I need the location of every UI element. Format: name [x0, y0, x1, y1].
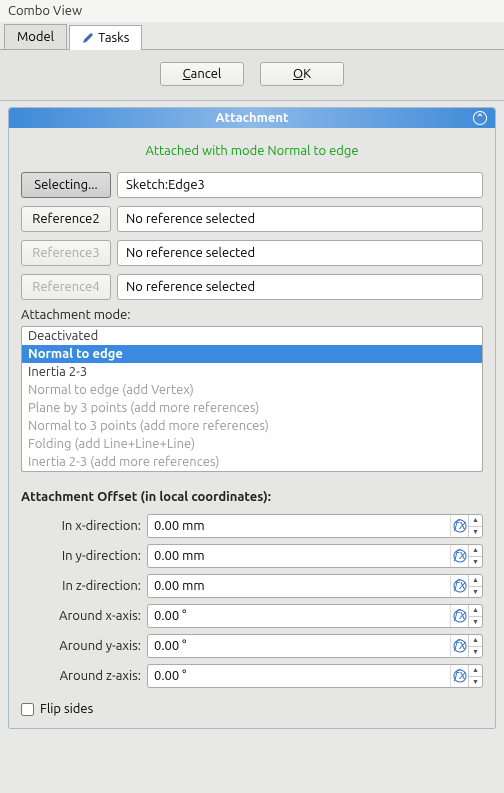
expression-icon[interactable]: fx	[450, 605, 468, 627]
offset-input[interactable]	[148, 515, 450, 537]
expression-icon[interactable]: fx	[450, 515, 468, 537]
attachment-status: Attached with mode Normal to edge	[21, 144, 483, 158]
reference-field-2[interactable]: No reference selected	[117, 206, 483, 232]
reference-row: Reference4No reference selected	[21, 274, 483, 300]
reference-rows: Selecting...Sketch:Edge3Reference2No ref…	[21, 172, 483, 300]
reference-row: Reference3No reference selected	[21, 240, 483, 266]
flip-sides-checkbox[interactable]	[21, 703, 34, 716]
mode-item[interactable]: Inertia 2-3	[22, 363, 482, 381]
reference-field-4[interactable]: No reference selected	[117, 274, 483, 300]
offset-row: In y-direction: fx▲▼	[21, 544, 483, 568]
tab-model[interactable]: Model	[4, 24, 67, 49]
flip-sides-row: Flip sides	[21, 702, 483, 716]
window-title: Combo View	[0, 0, 504, 22]
offset-row: In z-direction: fx▲▼	[21, 574, 483, 598]
svg-text:fx: fx	[453, 609, 466, 622]
spin-up-button[interactable]: ▲	[469, 665, 482, 677]
mode-item: Normal to edge (add Vertex)	[22, 381, 482, 399]
offset-row: Around y-axis: fx▲▼	[21, 634, 483, 658]
spin-down-button[interactable]: ▼	[469, 647, 482, 658]
spin-down-button[interactable]: ▼	[469, 617, 482, 628]
offset-input[interactable]	[148, 545, 450, 567]
offset-row: Around z-axis: fx▲▼	[21, 664, 483, 688]
panel-title: Attachment	[31, 111, 473, 125]
reference-row: Reference2No reference selected	[21, 206, 483, 232]
offset-input-wrap: fx▲▼	[147, 544, 483, 568]
offset-label: In y-direction:	[21, 549, 141, 563]
mode-item: Folding (add Line+Line+Line)	[22, 435, 482, 453]
ok-button[interactable]: OK	[260, 62, 344, 86]
svg-text:fx: fx	[453, 639, 466, 652]
spin-up-button[interactable]: ▲	[469, 605, 482, 617]
spin-down-button[interactable]: ▼	[469, 587, 482, 598]
offset-label: Around z-axis:	[21, 669, 141, 683]
offset-input-wrap: fx▲▼	[147, 604, 483, 628]
spinner: ▲▼	[468, 515, 482, 537]
reference-row: Selecting...Sketch:Edge3	[21, 172, 483, 198]
tab-strip: Model Tasks	[0, 22, 504, 50]
offset-row: Around x-axis: fx▲▼	[21, 604, 483, 628]
mode-item: Inertia 2-3 (add more references)	[22, 453, 482, 471]
dialog-buttons: Cancel OK	[0, 50, 504, 101]
expression-icon[interactable]: fx	[450, 665, 468, 687]
attachment-mode-label: Attachment mode:	[21, 308, 483, 322]
spinner: ▲▼	[468, 665, 482, 687]
ok-button-label-rest: K	[303, 67, 311, 81]
reference-button-1[interactable]: Selecting...	[21, 172, 111, 198]
offset-header: Attachment Offset (in local coordinates)…	[21, 490, 483, 504]
offset-row: In x-direction: fx▲▼	[21, 514, 483, 538]
tab-tasks-label: Tasks	[98, 31, 129, 45]
reference-button-3: Reference3	[21, 240, 111, 266]
offset-input-wrap: fx▲▼	[147, 634, 483, 658]
reference-field-3[interactable]: No reference selected	[117, 240, 483, 266]
offset-label: Around x-axis:	[21, 609, 141, 623]
offset-label: In z-direction:	[21, 579, 141, 593]
flip-sides-label[interactable]: Flip sides	[40, 702, 93, 716]
spin-up-button[interactable]: ▲	[469, 545, 482, 557]
panel-body: Attached with mode Normal to edge Select…	[9, 128, 495, 728]
spin-down-button[interactable]: ▼	[469, 527, 482, 538]
spin-down-button[interactable]: ▼	[469, 677, 482, 688]
attachment-mode-list[interactable]: DeactivatedNormal to edgeInertia 2-3Norm…	[21, 326, 483, 472]
reference-button-2[interactable]: Reference2	[21, 206, 111, 232]
spinner: ▲▼	[468, 575, 482, 597]
spinner: ▲▼	[468, 635, 482, 657]
svg-text:fx: fx	[453, 549, 466, 562]
reference-field-1[interactable]: Sketch:Edge3	[117, 172, 483, 198]
mode-item: Normal to 3 points (add more references)	[22, 417, 482, 435]
reference-button-4: Reference4	[21, 274, 111, 300]
spinner: ▲▼	[468, 605, 482, 627]
offset-label: In x-direction:	[21, 519, 141, 533]
svg-text:fx: fx	[453, 579, 466, 592]
mode-item: Plane by 3 points (add more references)	[22, 399, 482, 417]
attachment-panel: Attachment ⌃ Attached with mode Normal t…	[8, 107, 496, 729]
offset-label: Around y-axis:	[21, 639, 141, 653]
expression-icon[interactable]: fx	[450, 635, 468, 657]
spin-up-button[interactable]: ▲	[469, 575, 482, 587]
mode-item[interactable]: Deactivated	[22, 327, 482, 345]
svg-text:fx: fx	[453, 519, 466, 532]
offset-input[interactable]	[148, 605, 450, 627]
cancel-button-label-rest: ancel	[191, 67, 222, 81]
svg-text:fx: fx	[453, 669, 466, 682]
spinner: ▲▼	[468, 545, 482, 567]
spin-up-button[interactable]: ▲	[469, 515, 482, 527]
offset-input[interactable]	[148, 635, 450, 657]
offset-input[interactable]	[148, 575, 450, 597]
tab-tasks[interactable]: Tasks	[69, 25, 142, 50]
chevron-collapse-icon[interactable]: ⌃	[473, 111, 487, 125]
offset-input[interactable]	[148, 665, 450, 687]
offset-input-wrap: fx▲▼	[147, 574, 483, 598]
offset-input-wrap: fx▲▼	[147, 664, 483, 688]
mode-item[interactable]: Normal to edge	[22, 345, 482, 363]
expression-icon[interactable]: fx	[450, 575, 468, 597]
expression-icon[interactable]: fx	[450, 545, 468, 567]
spin-down-button[interactable]: ▼	[469, 557, 482, 568]
pen-icon	[82, 32, 94, 44]
spin-up-button[interactable]: ▲	[469, 635, 482, 647]
offset-rows: In x-direction:fx▲▼In y-direction:fx▲▼In…	[21, 514, 483, 688]
offset-input-wrap: fx▲▼	[147, 514, 483, 538]
panel-header[interactable]: Attachment ⌃	[9, 108, 495, 128]
cancel-button[interactable]: Cancel	[160, 62, 244, 86]
